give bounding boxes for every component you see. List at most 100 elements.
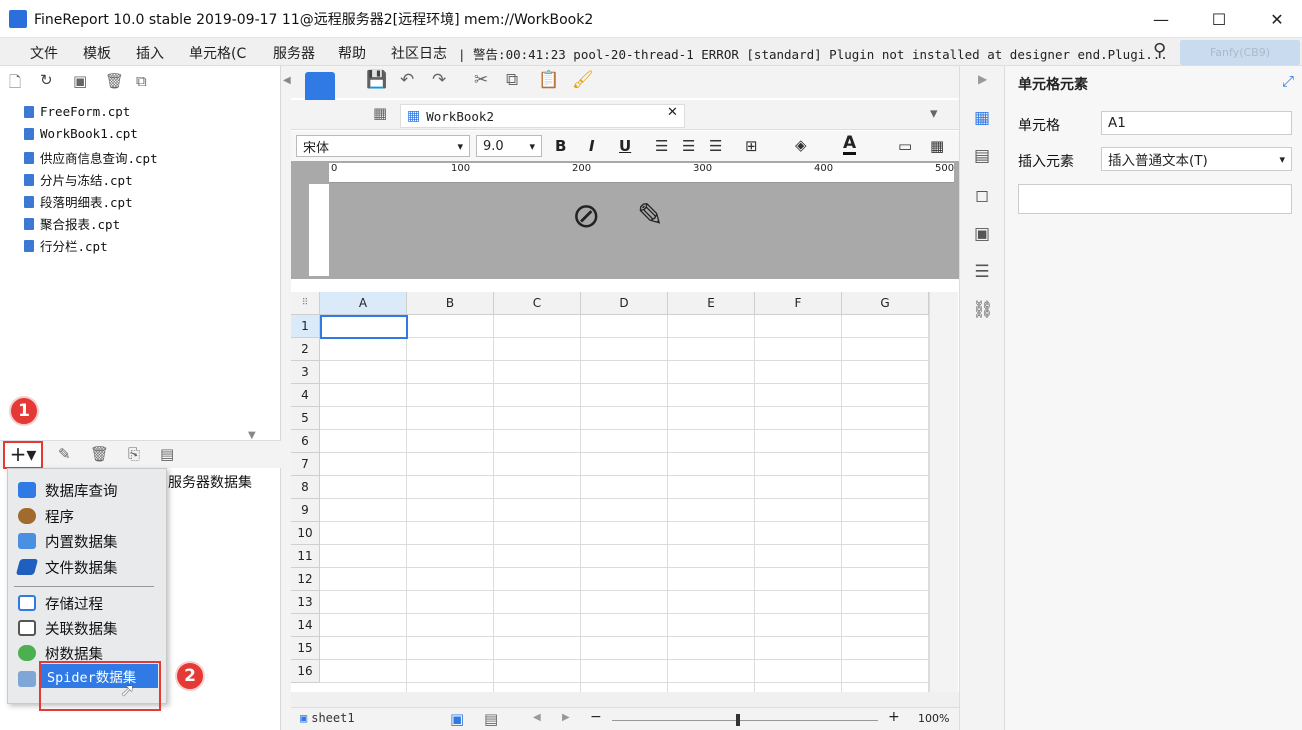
tab-menu-icon[interactable]: ▾: [930, 104, 938, 122]
file-item[interactable]: WorkBook1.cpt: [24, 126, 138, 141]
search-icon[interactable]: ⚲: [1153, 40, 1166, 61]
add-report-icon[interactable]: ▤: [484, 710, 498, 728]
hide-eye-icon[interactable]: ⊘: [572, 196, 601, 236]
float-element-tab-icon[interactable]: ◻: [972, 186, 992, 206]
menu-item-relation[interactable]: 关联数据集: [18, 616, 118, 640]
row-header[interactable]: 4: [291, 384, 320, 407]
delete-dataset-icon[interactable]: 🗑: [90, 445, 109, 463]
row-header[interactable]: 16: [291, 660, 320, 683]
row-header[interactable]: 13: [291, 591, 320, 614]
column-header[interactable]: A: [320, 292, 407, 315]
fill-color-icon[interactable]: ◈: [795, 136, 807, 154]
tab-close-icon[interactable]: ✕: [667, 105, 678, 120]
column-header[interactable]: C: [494, 292, 581, 315]
align-right-icon[interactable]: ☰: [709, 137, 722, 155]
warning-message[interactable]: | 警告:00:41:23 pool-20-thread-1 ERROR [st…: [458, 44, 1168, 63]
minimize-button[interactable]: —: [1138, 4, 1184, 34]
menu-item-db-query[interactable]: 数据库查询: [18, 478, 118, 502]
font-family-select[interactable]: 宋体 ▾: [296, 135, 470, 157]
row-header[interactable]: 1: [291, 315, 320, 338]
server-dataset-node[interactable]: 服务器数据集: [168, 472, 252, 492]
row-header[interactable]: 5: [291, 407, 320, 430]
close-button[interactable]: ✕: [1254, 4, 1300, 34]
menu-item-program[interactable]: 程序: [18, 504, 74, 528]
row-header[interactable]: 11: [291, 545, 320, 568]
zoom-in-icon[interactable]: +: [888, 709, 900, 725]
horizontal-scrollbar[interactable]: [291, 692, 959, 707]
preview-icon[interactable]: ⎘: [128, 445, 140, 463]
row-header[interactable]: 6: [291, 430, 320, 453]
column-header[interactable]: F: [755, 292, 842, 315]
edit-pencil-icon[interactable]: ✎: [637, 196, 664, 234]
selected-cell-a1[interactable]: [320, 315, 408, 339]
redo-icon[interactable]: ↷: [432, 70, 446, 90]
maximize-button[interactable]: ☐: [1196, 4, 1242, 34]
edit-icon[interactable]: ✎: [58, 445, 71, 463]
row-header[interactable]: 12: [291, 568, 320, 591]
row-header[interactable]: 10: [291, 522, 320, 545]
next-sheet-icon[interactable]: ▶: [562, 712, 570, 723]
hyperlink-tab-icon[interactable]: ⛓: [972, 300, 994, 320]
insert-element-select[interactable]: 插入普通文本(T) ▾: [1101, 147, 1292, 171]
bold-button[interactable]: B: [555, 137, 566, 155]
grid-icon[interactable]: ▦: [373, 104, 387, 122]
file-item[interactable]: 聚合报表.cpt: [24, 214, 120, 233]
underline-button[interactable]: U: [619, 137, 631, 155]
copy-icon[interactable]: ⧉: [136, 72, 147, 90]
menu-cell[interactable]: 单元格(C: [189, 43, 246, 63]
italic-button[interactable]: I: [589, 137, 595, 155]
save-icon[interactable]: 💾: [366, 70, 387, 90]
cell-area[interactable]: [320, 315, 929, 692]
paste-icon[interactable]: 📋: [538, 70, 559, 90]
select-all-corner[interactable]: ⠿: [291, 292, 320, 315]
zoom-slider[interactable]: [612, 720, 878, 721]
menu-file[interactable]: 文件: [30, 43, 58, 63]
align-center-icon[interactable]: ☰: [682, 137, 695, 155]
row-header[interactable]: 15: [291, 637, 320, 660]
sheet-tab[interactable]: ▣ sheet1: [300, 711, 355, 725]
file-item[interactable]: 供应商信息查询.cpt: [24, 148, 158, 167]
menu-template[interactable]: 模板: [83, 43, 111, 63]
view-icon[interactable]: ▤: [160, 445, 174, 463]
zoom-out-icon[interactable]: −: [590, 709, 602, 725]
row-header[interactable]: 2: [291, 338, 320, 361]
font-color-icon[interactable]: A: [843, 134, 857, 155]
add-dataset-button[interactable]: +▾: [3, 441, 43, 469]
row-header[interactable]: 8: [291, 476, 320, 499]
menu-insert[interactable]: 插入: [136, 43, 164, 63]
row-header[interactable]: 7: [291, 453, 320, 476]
expand-arrow-icon[interactable]: ▶: [978, 72, 987, 86]
split-cell-icon[interactable]: ▦: [930, 137, 944, 155]
column-header[interactable]: E: [668, 292, 755, 315]
copy-cell-icon[interactable]: ⧉: [506, 70, 518, 90]
file-item[interactable]: FreeForm.cpt: [24, 104, 130, 119]
undo-icon[interactable]: ↶: [400, 70, 414, 90]
spreadsheet-grid[interactable]: ⠿ A B C D E F G 1 2 3 4 5 6 7 8 9 10 11 …: [291, 292, 958, 692]
merge-cell-icon[interactable]: ▭: [898, 137, 912, 155]
column-header[interactable]: D: [581, 292, 668, 315]
border-icon[interactable]: ⊞: [745, 137, 758, 155]
zoom-slider-handle[interactable]: [736, 714, 740, 726]
prev-sheet-icon[interactable]: ◀: [533, 712, 541, 723]
edit-file-icon[interactable]: ▣: [73, 72, 87, 90]
row-header[interactable]: 3: [291, 361, 320, 384]
align-left-icon[interactable]: ☰: [655, 137, 668, 155]
cell-field[interactable]: A1: [1101, 111, 1292, 135]
file-item[interactable]: 行分栏.cpt: [24, 236, 108, 255]
add-sheet-icon[interactable]: ▣: [450, 710, 464, 728]
menu-server[interactable]: 服务器: [273, 43, 315, 63]
column-header[interactable]: B: [407, 292, 494, 315]
menu-item-file[interactable]: 文件数据集: [15, 555, 118, 579]
font-size-select[interactable]: 9.0 ▾: [476, 135, 542, 157]
menu-help[interactable]: 帮助: [338, 43, 366, 63]
condition-tab-icon[interactable]: ☰: [972, 262, 992, 282]
new-folder-icon[interactable]: 🗋: [9, 72, 21, 97]
value-editor[interactable]: [1018, 184, 1292, 214]
collapse-left-icon[interactable]: ◀: [283, 75, 291, 86]
user-account[interactable]: Fanfy(CB9): [1180, 40, 1300, 65]
widget-tab-icon[interactable]: ▣: [972, 224, 992, 244]
row-header[interactable]: 9: [291, 499, 320, 522]
menu-community[interactable]: 社区日志: [391, 43, 447, 63]
menu-item-procedure[interactable]: 存储过程: [18, 591, 103, 615]
format-painter-icon[interactable]: 🖌: [572, 70, 594, 90]
